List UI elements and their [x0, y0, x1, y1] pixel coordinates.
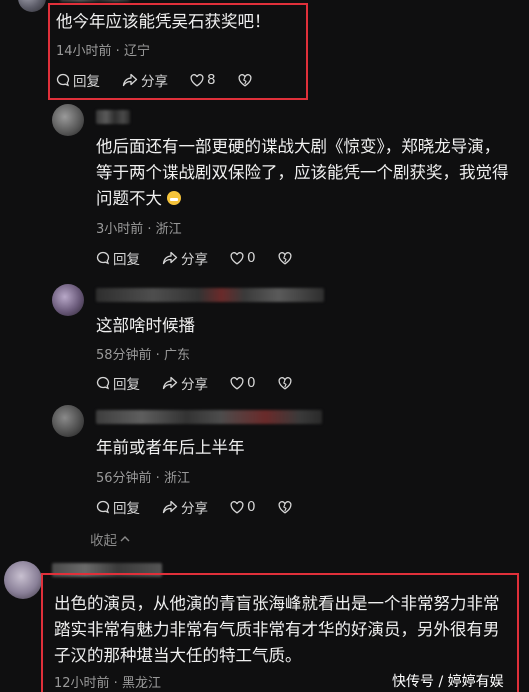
broken-heart-icon [278, 500, 292, 514]
share-button[interactable]: 分享 [162, 248, 208, 268]
comment-actions: 回复 分享 0 [96, 248, 317, 268]
comment-meta: 58分钟前 · 广东 [96, 348, 190, 363]
dislike-button[interactable] [278, 251, 295, 265]
share-button[interactable]: 分享 [122, 70, 168, 90]
comment-text: 年前或者年后上半年 [96, 438, 245, 457]
like-button[interactable]: 0 [230, 375, 256, 391]
comment-text: 这部啥时候播 [96, 316, 195, 335]
collapse-replies-button[interactable]: 收起 [90, 529, 131, 549]
share-button[interactable]: 分享 [162, 497, 208, 517]
like-count: 8 [207, 72, 216, 88]
avatar[interactable] [18, 0, 46, 12]
grin-emoji-icon [167, 191, 182, 205]
reply-button[interactable]: 回复 [96, 373, 140, 393]
reply-button[interactable]: 回复 [96, 497, 140, 517]
reply-label: 回复 [73, 74, 100, 90]
share-label: 分享 [181, 377, 208, 393]
like-count: 0 [247, 375, 256, 391]
collapse-label: 收起 [90, 533, 117, 549]
username-blurred [96, 288, 324, 302]
comment-text-line-2: 等于两个谍战剧双保险了，应该能凭一个剧获奖，我觉得 [96, 163, 509, 182]
like-button[interactable]: 0 [230, 499, 256, 515]
comment-meta: 56分钟前 · 浙江 [96, 471, 190, 486]
username-blurred [96, 110, 130, 124]
avatar[interactable] [52, 284, 84, 316]
comment-actions: 回复 分享 0 [96, 373, 317, 393]
share-arrow-icon [162, 251, 178, 265]
share-arrow-icon [162, 376, 178, 390]
like-button[interactable]: 0 [230, 250, 256, 266]
comment-bubble-icon [56, 73, 70, 87]
reply-button[interactable]: 回复 [56, 70, 100, 90]
watermark: 快传号 / 婷婷有娱 [392, 674, 504, 690]
share-label: 分享 [181, 252, 208, 268]
broken-heart-icon [278, 251, 292, 265]
comment-bubble-icon [96, 500, 110, 514]
dislike-button[interactable] [278, 376, 295, 390]
heart-icon [230, 251, 244, 265]
like-button[interactable]: 8 [190, 72, 216, 88]
chevron-up-icon [120, 536, 130, 542]
reply-label: 回复 [113, 377, 140, 393]
comment-text-line-3: 问题不大 [96, 186, 182, 212]
comment-text-line-1: 出色的演员，从他演的青盲张海峰就看出是一个非常努力非常 [54, 594, 500, 613]
share-button[interactable]: 分享 [162, 373, 208, 393]
like-count: 0 [247, 499, 256, 515]
comment-bubble-icon [96, 376, 110, 390]
comment-text-line-2: 踏实非常有魅力非常有气质非常有才华的好演员，另外很有男 [54, 620, 500, 639]
avatar[interactable] [4, 561, 42, 599]
comment-bubble-icon [96, 251, 110, 265]
comment-actions: 回复 分享 8 [56, 70, 277, 90]
share-label: 分享 [141, 74, 168, 90]
heart-icon [230, 376, 244, 390]
share-arrow-icon [162, 500, 178, 514]
comment-meta: 14小时前 · 辽宁 [56, 44, 150, 59]
like-count: 0 [247, 250, 256, 266]
comment-text-line-3: 子汉的那种堪当大任的特工气质。 [54, 646, 302, 665]
dislike-button[interactable] [278, 500, 295, 514]
reply-label: 回复 [113, 252, 140, 268]
avatar[interactable] [52, 104, 84, 136]
reply-button[interactable]: 回复 [96, 248, 140, 268]
heart-icon [230, 500, 244, 514]
broken-heart-icon [238, 73, 252, 87]
broken-heart-icon [278, 376, 292, 390]
dislike-button[interactable] [238, 73, 255, 87]
share-arrow-icon [122, 73, 138, 87]
comment-text: 他今年应该能凭吴石获奖吧！ [56, 12, 271, 31]
username-blurred [60, 0, 130, 2]
comment-meta: 12小时前 · 黑龙江 [54, 676, 161, 691]
comment-actions: 回复 分享 0 [96, 497, 317, 517]
share-label: 分享 [181, 501, 208, 517]
comment-text-line-1: 他后面还有一部更硬的谍战大剧《惊变》，郑晓龙导演， [96, 137, 501, 156]
username-blurred [96, 410, 322, 424]
heart-icon [190, 73, 204, 87]
reply-label: 回复 [113, 501, 140, 517]
avatar[interactable] [52, 405, 84, 437]
comment-meta: 3小时前 · 浙江 [96, 222, 182, 237]
comment-text-line-3-text: 问题不大 [96, 189, 162, 208]
